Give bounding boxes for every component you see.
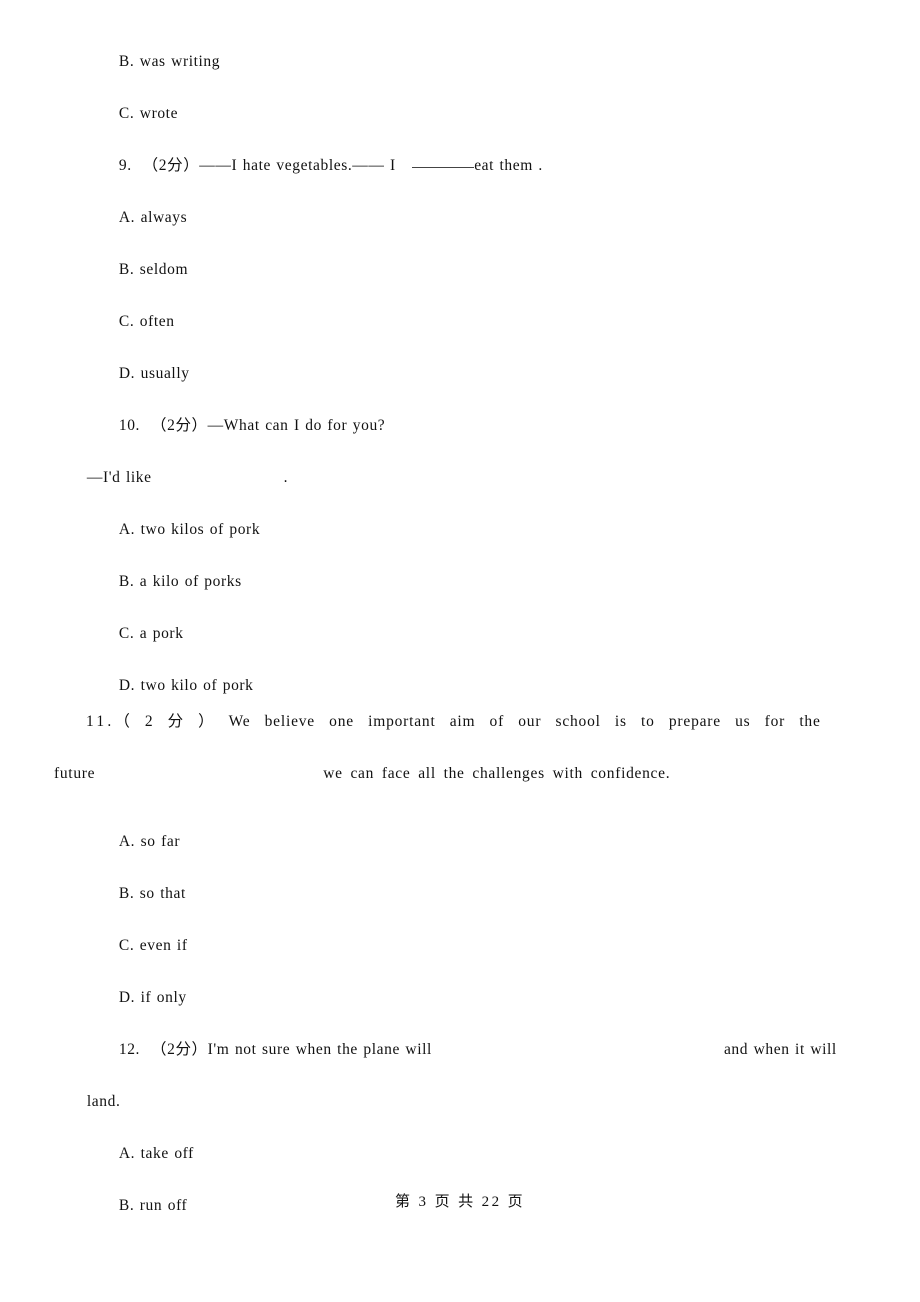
option-letter: A: [118, 208, 131, 226]
option-text: a kilo of porks: [139, 572, 242, 590]
option-letter: C: [118, 312, 130, 330]
answer-blank[interactable]: [412, 166, 475, 168]
question-number: 9.: [118, 156, 132, 174]
option-row: A. so far: [86, 818, 866, 870]
option-separator: .: [129, 884, 135, 902]
option-letter: C: [118, 624, 130, 642]
question-stem-text-tail: eat them .: [474, 156, 543, 174]
question-score: （2分）: [142, 156, 200, 174]
option-row: D. two kilo of pork: [86, 662, 866, 714]
option-text: even if: [139, 936, 188, 954]
question-stem-text: future: [54, 765, 96, 782]
option-row: A. take off: [86, 1130, 866, 1182]
question-stem-text: I'm not sure when the plane will: [207, 1040, 432, 1058]
option-text: two kilo of pork: [140, 676, 254, 694]
question-stem-text: —I'd like: [86, 468, 152, 486]
option-separator: .: [129, 52, 135, 70]
option-letter: B: [118, 52, 130, 70]
option-text: a pork: [139, 624, 184, 642]
option-letter: B: [118, 260, 130, 278]
option-row: C. often: [86, 298, 866, 350]
option-row: D. if only: [86, 974, 866, 1026]
option-letter: C: [118, 936, 130, 954]
option-letter: D: [118, 676, 131, 694]
option-text: often: [139, 312, 175, 330]
option-separator: .: [129, 936, 135, 954]
option-separator: .: [130, 520, 136, 538]
question-stem-text: land.: [86, 1092, 121, 1110]
option-text: seldom: [139, 260, 189, 278]
option-separator: .: [130, 832, 136, 850]
question-stem: 9. （2分）——I hate vegetables.—— I eat them…: [86, 142, 866, 194]
option-separator: .: [130, 208, 136, 226]
question-score: （2分）: [151, 1040, 208, 1058]
option-text: was writing: [139, 52, 221, 70]
question-stem-continuation: land.: [54, 1078, 866, 1130]
question-stem-continuation: —I'd like.: [54, 454, 866, 506]
option-letter: A: [118, 832, 131, 850]
option-separator: .: [130, 364, 136, 382]
option-letter: D: [118, 988, 131, 1006]
question-number: 12.: [118, 1040, 141, 1058]
option-text: so that: [139, 884, 186, 902]
question-stem-text: ——I hate vegetables.—— I: [199, 156, 396, 174]
option-text: so far: [140, 832, 181, 850]
option-separator: .: [129, 312, 135, 330]
option-row: B. a kilo of porks: [86, 558, 866, 610]
question-stem-text-tail: and when it will: [723, 1040, 837, 1058]
question-score: （2分）: [151, 416, 208, 434]
option-text: wrote: [139, 104, 179, 122]
document-content: B. was writing C. wrote 9. （2分）——I hate …: [54, 38, 866, 1234]
question-stem-line: 11.（ 2 分 ） We believe one important aim …: [54, 714, 866, 766]
option-row: B. seldom: [86, 246, 866, 298]
option-row: C. wrote: [86, 90, 866, 142]
option-separator: .: [130, 676, 136, 694]
option-letter: C: [118, 104, 130, 122]
option-letter: A: [118, 1144, 131, 1162]
question-stem: 12. （2分）I'm not sure when the plane will…: [86, 1026, 866, 1078]
question-stem-continuation: future we can face all the challenges wit…: [54, 766, 866, 818]
option-text: always: [140, 208, 188, 226]
option-letter: B: [118, 572, 130, 590]
option-row: D. usually: [86, 350, 866, 402]
option-separator: .: [129, 260, 135, 278]
option-separator: .: [130, 1144, 136, 1162]
option-row: C. even if: [86, 922, 866, 974]
option-row: B. was writing: [86, 38, 866, 90]
option-text: usually: [140, 364, 190, 382]
option-separator: .: [129, 104, 135, 122]
page-footer: 第 3 页 共 22 页: [394, 1194, 526, 1210]
question-stem-text-tail: .: [283, 468, 289, 486]
option-letter: B: [118, 884, 130, 902]
option-row: C. a pork: [86, 610, 866, 662]
option-separator: .: [130, 988, 136, 1006]
option-row: A. two kilos of pork: [86, 506, 866, 558]
question-score: （ 2 分 ）: [114, 713, 215, 730]
document-page: B. was writing C. wrote 9. （2分）——I hate …: [0, 0, 920, 1302]
question-stem: 10. （2分）—What can I do for you?: [86, 402, 866, 454]
question-stem-text: We believe one important aim of our scho…: [228, 713, 821, 730]
option-text: two kilos of pork: [140, 520, 261, 538]
option-text: if only: [140, 988, 187, 1006]
option-letter: A: [118, 520, 131, 538]
option-text: take off: [140, 1144, 194, 1162]
question-stem-text: —What can I do for you?: [207, 416, 386, 434]
option-letter: D: [118, 364, 131, 382]
option-separator: .: [129, 624, 135, 642]
option-separator: .: [129, 572, 135, 590]
option-row: B. so that: [86, 870, 866, 922]
option-row: A. always: [86, 194, 866, 246]
question-number: 11.: [86, 713, 115, 730]
question-stem: 11.（ 2 分 ） We believe one important aim …: [54, 714, 866, 818]
question-number: 10.: [118, 416, 141, 434]
question-stem-text-tail: we can face all the challenges with conf…: [323, 765, 671, 782]
